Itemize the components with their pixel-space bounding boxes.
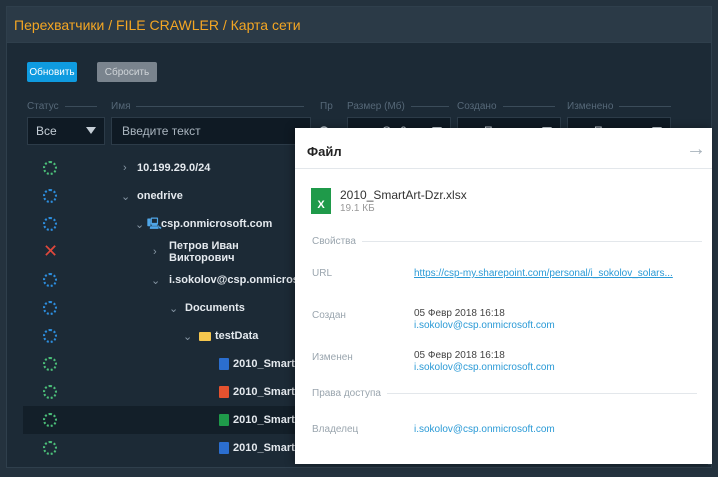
breadcrumb[interactable]: Перехватчики / FILE CRAWLER / Карта сети [14,17,301,33]
divider [295,168,712,169]
tree-row[interactable]: ⌄ Documents [23,294,303,322]
status-select[interactable]: Все [27,117,105,145]
url-link[interactable]: https://csp-my.sharepoint.com/personal/i… [414,268,673,279]
file-name: 2010_SmartArt-Dzr.xlsx [340,188,467,202]
tree-node-label: Петров Иван Викторович [169,240,239,264]
chevron-down-icon[interactable]: ⌄ [121,190,130,203]
modified-filter-label: Изменено [567,101,672,112]
refresh-button[interactable]: Обновить [27,62,77,82]
top-bar: Перехватчики / FILE CRAWLER / Карта сети [7,7,711,43]
created-label: Создан [312,310,346,321]
tree-node-label: testData [215,330,259,342]
size-filter-label: Размер (Мб) [347,101,449,112]
file-size: 19.1 КБ [340,203,375,214]
tree-row-selected[interactable]: 2010_SmartAr [23,406,307,434]
tree-row[interactable]: 2010_SmartAr [23,434,307,462]
status-sync-icon [43,301,57,315]
status-sync-icon [43,329,57,343]
status-filter-label: Статус [27,101,97,112]
modified-date: 05 Февр 2018 16:18 [414,350,505,361]
folder-icon [199,332,211,341]
url-label: URL [312,268,333,279]
tree-row[interactable]: ⌄ 🖳 csp.onmicrosoft.com [23,210,303,238]
tree-row[interactable]: 2010_SmartAr [23,378,307,406]
chevron-down-icon[interactable]: ⌄ [135,218,144,231]
chevron-down-icon[interactable]: ⌄ [183,330,192,343]
panel-title: Файл [307,144,342,159]
chevron-down-icon[interactable]: ⌄ [151,274,160,287]
status-ok-icon [43,441,57,455]
tree-row[interactable]: ⌄ i.sokolov@csp.onmicrosoft.c [23,266,322,294]
status-sync-icon [43,217,57,231]
excel-file-icon: X [311,188,331,214]
chevron-down-icon [86,127,96,134]
name-search-placeholder: Введите текст [122,124,201,138]
excel-file-icon [219,414,229,426]
computer-icon: 🖳 [147,217,162,230]
arrow-right-icon[interactable]: → [686,138,706,161]
powerpoint-file-icon [219,386,229,398]
modified-label: Изменен [312,352,353,363]
pr-filter-label: Пр [320,101,333,112]
owner-label: Владелец [312,424,359,435]
created-user-link[interactable]: i.sokolov@csp.onmicrosoft.com [414,320,555,331]
status-select-value: Все [36,124,57,138]
tree-row[interactable]: ✕ › Петров Иван Викторович [23,238,303,266]
status-ok-icon [43,413,57,427]
status-ok-icon [43,357,57,371]
chevron-right-icon[interactable]: › [153,246,157,258]
created-date: 05 Февр 2018 16:18 [414,308,505,319]
tree-row[interactable]: 2010_SmartAr [23,350,307,378]
tree-row[interactable]: ⌄ onedrive [23,182,303,210]
tree-node-label: 10.199.29.0/24 [137,162,211,174]
name-search-input[interactable]: Введите текст [111,117,311,145]
modified-user-link[interactable]: i.sokolov@csp.onmicrosoft.com [414,362,555,373]
chevron-right-icon[interactable]: › [123,162,127,174]
properties-section-header: Свойства [312,236,702,247]
tree-row[interactable]: ⌄ testData [23,322,303,350]
tree-node-label: Documents [185,302,245,314]
word-file-icon [219,442,229,454]
status-sync-icon [43,273,57,287]
tree-node-label: onedrive [137,190,183,202]
tree-node-label: csp.onmicrosoft.com [161,218,273,230]
status-ok-icon [43,385,57,399]
tree-row[interactable]: › 10.199.29.0/24 [23,154,303,182]
status-ok-icon [43,161,57,175]
file-details-panel: Файл → X 2010_SmartArt-Dzr.xlsx 19.1 КБ … [295,128,712,464]
reset-button[interactable]: Сбросить [97,62,157,82]
word-file-icon [219,358,229,370]
created-filter-label: Создано [457,101,555,112]
owner-link[interactable]: i.sokolov@csp.onmicrosoft.com [414,424,555,435]
access-section-header: Права доступа [312,388,697,399]
name-filter-label: Имя [111,101,305,112]
chevron-down-icon[interactable]: ⌄ [169,302,178,315]
status-sync-icon [43,189,57,203]
status-error-icon: ✕ [43,241,59,261]
